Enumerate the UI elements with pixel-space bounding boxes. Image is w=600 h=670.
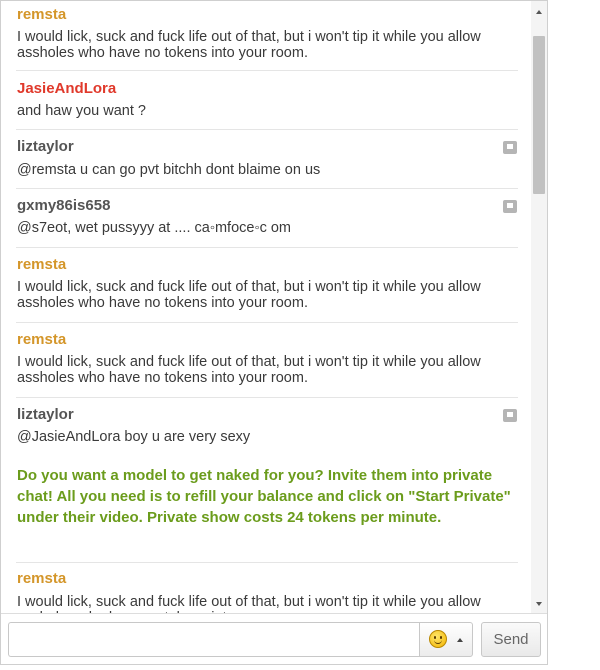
chat-message: remsta I would lick, suck and fuck life … [16,1,518,71]
chat-message: gxmy86is658 @s7eot, wet pussyyy at .... … [16,189,518,248]
chat-username[interactable]: liztaylor [17,138,74,156]
chat-message: remsta I would lick, suck and fuck life … [16,248,518,323]
promo-message: Do you want a model to get naked for you… [17,467,511,526]
chat-message: liztaylor @JasieAndLora boy u are very s… [16,398,518,458]
emoji-picker-button[interactable] [419,622,473,657]
send-button[interactable]: Send [481,622,541,657]
chat-username[interactable]: remsta [17,256,66,274]
chat-username[interactable]: JasieAndLora [17,80,116,98]
chat-message: liztaylor @remsta u can go pvt bitchh do… [16,130,518,189]
caret-up-icon [457,638,463,642]
chat-input-bar: Send [1,613,547,664]
report-flag-icon[interactable] [503,141,517,154]
chat-log[interactable]: remsta I would lick, suck and fuck life … [1,1,531,613]
scrollbar-thumb[interactable] [533,36,545,194]
chat-message-text: I would lick, suck and fuck life out of … [17,354,481,386]
chat-message-text: I would lick, suck and fuck life out of … [17,29,481,61]
scroll-down-arrow-icon[interactable] [536,602,542,606]
chat-username[interactable]: remsta [17,6,66,24]
chat-username[interactable]: gxmy86is658 [17,197,110,215]
chat-message: JasieAndLora and haw you want ? [16,71,518,130]
chat-message-text: I would lick, suck and fuck life out of … [17,594,481,613]
chat-message-text: @remsta u can go pvt bitchh dont blaime … [17,162,321,178]
chat-message-text: I would lick, suck and fuck life out of … [17,279,481,311]
chat-username[interactable]: remsta [17,331,66,349]
chat-message-text: @s7eot, wet pussyyy at .... ca◦mfoce◦c o… [17,220,292,236]
report-flag-icon[interactable] [503,409,517,422]
smiley-icon [429,630,447,648]
chat-scrollbar[interactable] [531,1,547,613]
chat-message: remsta I would lick, suck and fuck life … [16,323,518,398]
chat-message-text: and haw you want ? [17,103,146,119]
report-flag-icon[interactable] [503,200,517,213]
chat-message-input[interactable] [8,622,419,657]
chat-message-text: @JasieAndLora boy u are very sexy [17,429,251,445]
chat-message: remsta I would lick, suck and fuck life … [16,562,518,613]
chat-username[interactable]: remsta [17,570,66,588]
chat-panel: remsta I would lick, suck and fuck life … [0,0,548,665]
chat-username[interactable]: liztaylor [17,406,74,424]
scroll-up-arrow-icon[interactable] [536,10,542,14]
